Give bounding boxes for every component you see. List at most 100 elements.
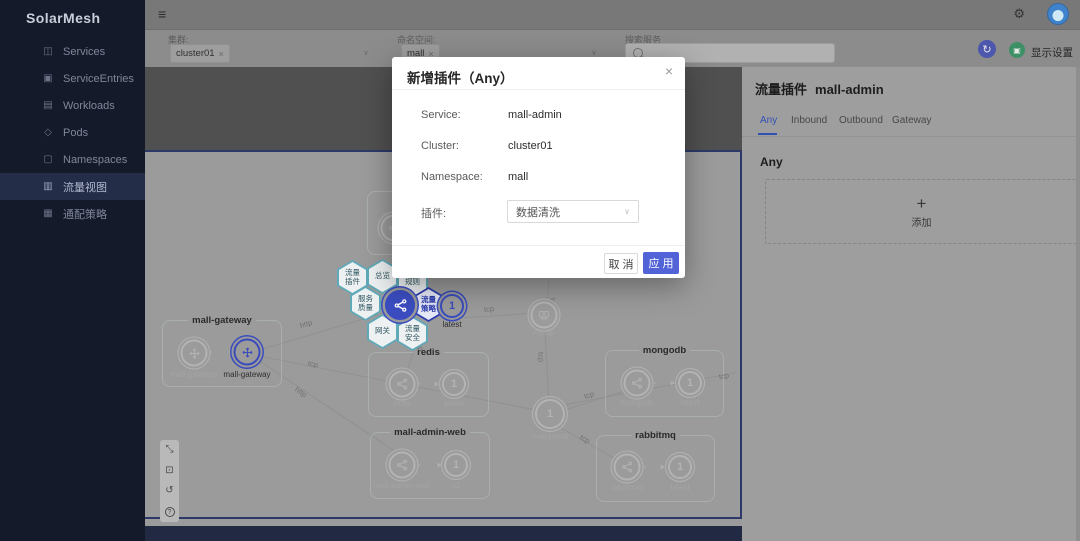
sidebar-item-traffic-view[interactable]: ▥流量视图 — [0, 173, 145, 200]
sidebar-item-pods[interactable]: ◇Pods — [0, 119, 145, 146]
active-tab-underline — [758, 133, 777, 135]
node-mall-admin-web-v1[interactable]: 1 — [444, 453, 468, 477]
workloads-icon: ▤ — [42, 100, 54, 111]
remove-cluster-icon[interactable]: × — [219, 49, 224, 59]
tab-any[interactable]: Any — [760, 115, 777, 126]
node-mongodb[interactable] — [624, 370, 651, 397]
node-label: v1 — [452, 481, 460, 490]
node-mall-admin-latest[interactable]: 1 — [440, 294, 464, 318]
panel-title-text: 流量插件 — [755, 82, 807, 97]
pods-icon: ◇ — [42, 127, 54, 138]
sidebar-item-namespaces[interactable]: ▢Namespaces — [0, 146, 145, 173]
sidebar: SolarMesh ◫Services ▣ServiceEntries ▤Wor… — [0, 0, 145, 541]
display-settings-icon[interactable]: ▣ — [1009, 42, 1025, 58]
gateway-icon — [240, 345, 254, 359]
service-field-value: mall-admin — [508, 109, 562, 121]
help-icon[interactable]: ? — [165, 507, 175, 517]
solarmesh-app: http tcp http tcp tcp tcp tcp tcp tcp tc… — [0, 0, 1080, 541]
service-field-label: Service: — [421, 109, 461, 121]
section-title-any: Any — [760, 155, 783, 169]
user-avatar[interactable] — [1047, 3, 1069, 25]
node-mall-portal[interactable]: 1 — [535, 399, 565, 429]
menu-collapse-icon[interactable]: ≡ — [158, 6, 166, 22]
cluster-field-value: cluster01 — [508, 140, 553, 152]
internal-edge: tcp — [651, 379, 674, 388]
panel-scrollbar[interactable] — [1076, 67, 1080, 541]
node-label: latest — [442, 320, 461, 329]
share-icon — [396, 378, 409, 391]
node-mall-gateway-selected[interactable] — [234, 339, 261, 366]
plugin-select-value: 数据清洗 — [516, 204, 560, 220]
edge-label: tcp — [536, 352, 546, 362]
refresh-button[interactable]: ↻ — [978, 40, 996, 58]
graph-toolbar: ⤡ ⊡ ↺ ? — [160, 440, 179, 522]
cluster-tag[interactable]: cluster01 × — [170, 44, 230, 63]
tab-inbound[interactable]: Inbound — [791, 115, 827, 126]
namespace-field-value: mall — [508, 171, 528, 183]
add-plugin-modal: 新增插件（Any） × Service: mall-admin Cluster:… — [392, 57, 685, 278]
share-icon — [396, 459, 409, 472]
node-redis-latest[interactable]: 1 — [442, 372, 466, 396]
node-mysql[interactable] — [531, 302, 558, 329]
close-icon[interactable]: × — [665, 63, 673, 79]
fit-screen-icon[interactable]: ⤡ — [166, 445, 174, 455]
traffic-view-icon: ▥ — [42, 181, 54, 192]
add-label: 添加 — [912, 214, 932, 229]
node-label: rabbitmq — [611, 483, 642, 492]
node-mall-admin-web[interactable] — [389, 452, 416, 479]
node-rabbitmq[interactable] — [614, 454, 641, 481]
node-label: mall-gateway — [170, 370, 217, 379]
service-entries-icon: ▣ — [42, 73, 54, 84]
modal-footer-divider — [392, 245, 685, 246]
node-label: latest — [680, 398, 699, 407]
apply-button[interactable]: 应 用 — [643, 252, 679, 274]
group-title: mall-admin-web — [390, 427, 470, 438]
traffic-plugin-panel: 流量插件mall-admin Any Inbound Outbound Gate… — [742, 67, 1080, 541]
namespaces-icon: ▢ — [42, 154, 54, 165]
node-label: mysql — [534, 328, 555, 337]
panel-title: 流量插件mall-admin — [755, 79, 884, 98]
internal-edge: http — [415, 461, 441, 470]
node-label: mall-admin-web — [374, 481, 430, 490]
gateway-icon — [187, 346, 201, 360]
node-mall-admin-selected[interactable] — [385, 290, 415, 320]
database-server-icon — [538, 309, 551, 322]
display-settings-button[interactable]: 显示设置 — [1031, 45, 1073, 60]
tab-gateway[interactable]: Gateway — [892, 115, 931, 126]
tab-outbound[interactable]: Outbound — [839, 115, 883, 126]
content-bottom-strip — [145, 526, 742, 541]
sidebar-item-workloads[interactable]: ▤Workloads — [0, 92, 145, 119]
group-title: mongodb — [639, 345, 690, 356]
node-label: redis — [393, 399, 410, 408]
node-mongodb-latest[interactable]: 1 — [678, 371, 702, 395]
cancel-button[interactable]: 取 消 — [604, 253, 638, 274]
edge-label: tcp — [307, 359, 319, 370]
chevron-down-icon: ∨ — [624, 207, 630, 216]
plugin-select[interactable]: 数据清洗 ∨ — [507, 200, 639, 223]
cluster-select-chevron-icon[interactable]: ∨ — [363, 48, 369, 57]
node-redis[interactable] — [389, 371, 416, 398]
fit-view-icon[interactable]: ⊡ — [165, 466, 173, 476]
app-logo: SolarMesh — [0, 0, 145, 26]
namespace-select-chevron-icon[interactable]: ∨ — [591, 48, 597, 57]
cluster-field-label: Cluster: — [421, 140, 459, 152]
node-label: latest — [444, 399, 463, 408]
internal-edge: tcp — [641, 463, 664, 472]
node-mall-gateway-old[interactable] — [181, 340, 208, 367]
gear-icon[interactable]: ⚙ — [1013, 6, 1025, 22]
node-label: mongodb — [620, 398, 653, 407]
sidebar-item-services[interactable]: ◫Services — [0, 38, 145, 65]
internal-edge: http — [207, 348, 233, 357]
edge-label: tcp — [484, 304, 495, 314]
reset-view-icon[interactable]: ↺ — [165, 486, 173, 496]
add-plugin-button[interactable]: + 添加 — [765, 179, 1078, 244]
tab-divider — [742, 136, 1080, 137]
node-label: mall-gateway — [223, 370, 270, 379]
group-title: mall-gateway — [188, 315, 256, 326]
sidebar-item-service-entries[interactable]: ▣ServiceEntries — [0, 65, 145, 92]
internal-edge: tcp — [415, 380, 438, 389]
sidebar-nav: ◫Services ▣ServiceEntries ▤Workloads ◇Po… — [0, 38, 145, 227]
plugin-field-label: 插件: — [421, 205, 446, 221]
sidebar-item-policy[interactable]: ▦通配策略 — [0, 200, 145, 227]
node-rabbitmq-latest[interactable]: 1 — [668, 455, 692, 479]
